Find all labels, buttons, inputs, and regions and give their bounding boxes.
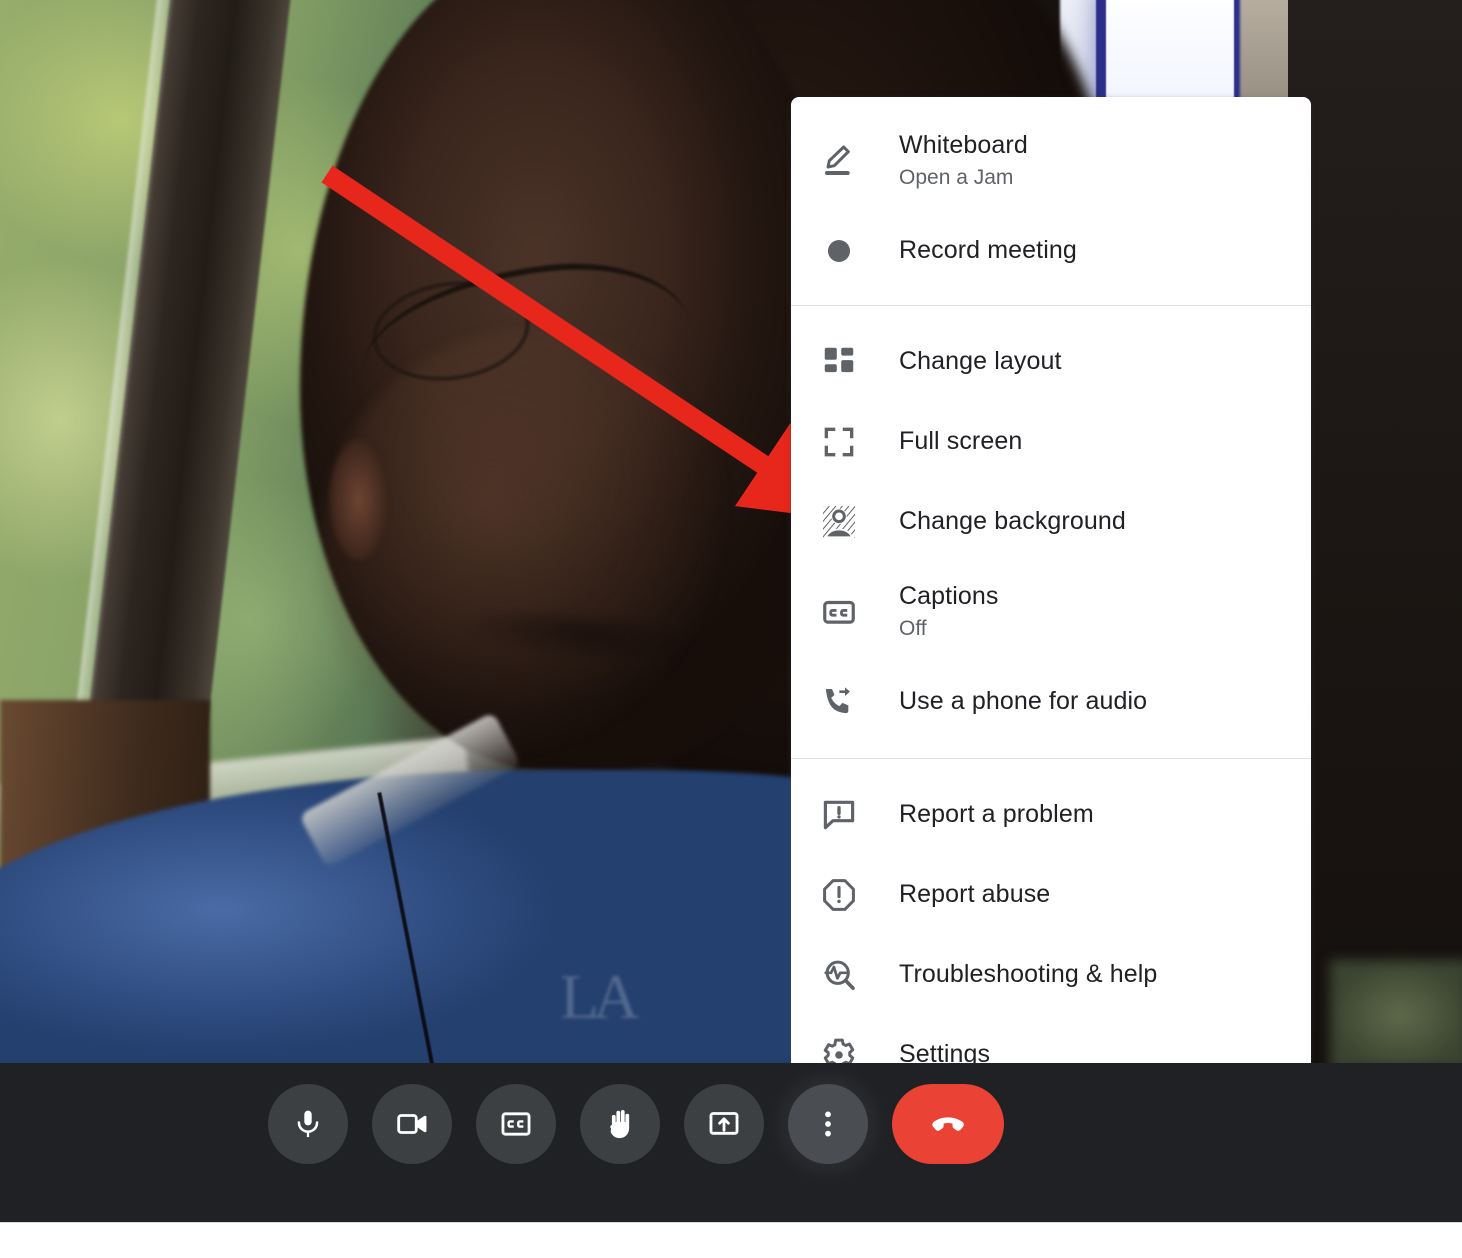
menu-item-text: Captions Off	[899, 582, 998, 642]
menu-item-text: Record meeting	[899, 236, 1077, 266]
more-options-menu[interactable]: Whiteboard Open a Jam Record meeting Cha…	[791, 97, 1311, 1073]
menu-item-whiteboard[interactable]: Whiteboard Open a Jam	[791, 111, 1311, 211]
person-ear	[330, 440, 388, 560]
closed-captions-icon	[815, 588, 863, 636]
menu-item-use-phone-for-audio[interactable]: Use a phone for audio	[791, 662, 1311, 742]
menu-item-label: Captions	[899, 582, 999, 611]
three-dots-vertical-icon	[811, 1107, 845, 1141]
menu-item-text: Use a phone for audio	[899, 687, 1147, 717]
hangup-phone-icon	[927, 1103, 969, 1145]
menu-item-captions[interactable]: Captions Off	[791, 562, 1311, 662]
meeting-controls	[0, 1063, 1462, 1222]
menu-item-label: Report abuse	[899, 880, 1051, 909]
more-options-button[interactable]	[788, 1084, 868, 1164]
microphone-icon	[291, 1107, 325, 1141]
present-screen-icon	[707, 1107, 741, 1141]
meet-window: LA Whiteboard Open a Jam Record meeting …	[0, 0, 1462, 1258]
menu-item-change-layout[interactable]: Change layout	[791, 322, 1311, 402]
present-button[interactable]	[684, 1084, 764, 1164]
menu-item-label: Report a problem	[899, 800, 1094, 829]
menu-group-view: Change layout Full screen Change backgro…	[791, 306, 1311, 758]
menu-item-label: Whiteboard	[899, 131, 1028, 160]
menu-item-text: Troubleshooting & help	[899, 960, 1157, 990]
menu-item-sublabel: Off	[899, 616, 927, 640]
menu-item-change-background[interactable]: Change background	[791, 482, 1311, 562]
leave-call-button[interactable]	[892, 1084, 1004, 1164]
menu-item-label: Change layout	[899, 347, 1062, 376]
shirt-logo: LA	[560, 961, 639, 1032]
menu-item-label: Record meeting	[899, 236, 1077, 265]
report-abuse-icon	[815, 871, 863, 919]
record-dot-icon	[815, 227, 863, 275]
full-screen-icon	[815, 418, 863, 466]
menu-item-full-screen[interactable]: Full screen	[791, 402, 1311, 482]
menu-item-label: Full screen	[899, 427, 1023, 456]
menu-item-record-meeting[interactable]: Record meeting	[791, 211, 1311, 291]
menu-item-text: Change background	[899, 507, 1126, 537]
report-problem-icon	[815, 791, 863, 839]
captions-button[interactable]	[476, 1084, 556, 1164]
green-chair	[1330, 960, 1462, 1063]
troubleshooting-icon	[815, 951, 863, 999]
menu-item-text: Report a problem	[899, 800, 1094, 830]
change-layout-icon	[815, 338, 863, 386]
phone-forward-icon	[815, 678, 863, 726]
menu-item-label: Use a phone for audio	[899, 687, 1148, 716]
menu-item-troubleshooting-and-help[interactable]: Troubleshooting & help	[791, 935, 1311, 1015]
menu-item-label: Change background	[899, 507, 1126, 536]
controls-row	[268, 1084, 1004, 1164]
microphone-button[interactable]	[268, 1084, 348, 1164]
camera-button[interactable]	[372, 1084, 452, 1164]
pencil-whiteboard-icon	[815, 137, 863, 185]
closed-captions-icon	[499, 1107, 533, 1141]
menu-item-sublabel: Open a Jam	[899, 165, 1014, 189]
raised-hand-icon	[602, 1106, 638, 1142]
menu-group-help: Report a problem Report abuse Troublesho…	[791, 759, 1311, 1073]
menu-item-text: Whiteboard Open a Jam	[899, 131, 1028, 191]
menu-item-text: Full screen	[899, 427, 1022, 457]
menu-item-label: Troubleshooting & help	[899, 960, 1158, 989]
dark-wall	[1288, 0, 1462, 1063]
menu-group-content: Whiteboard Open a Jam Record meeting	[791, 97, 1311, 305]
page-bottom-strip	[0, 1222, 1462, 1258]
raise-hand-button[interactable]	[580, 1084, 660, 1164]
menu-item-report-a-problem[interactable]: Report a problem	[791, 775, 1311, 855]
menu-item-report-abuse[interactable]: Report abuse	[791, 855, 1311, 935]
menu-item-text: Report abuse	[899, 880, 1050, 910]
change-background-icon	[815, 498, 863, 546]
menu-item-text: Change layout	[899, 347, 1062, 377]
video-camera-icon	[395, 1107, 429, 1141]
